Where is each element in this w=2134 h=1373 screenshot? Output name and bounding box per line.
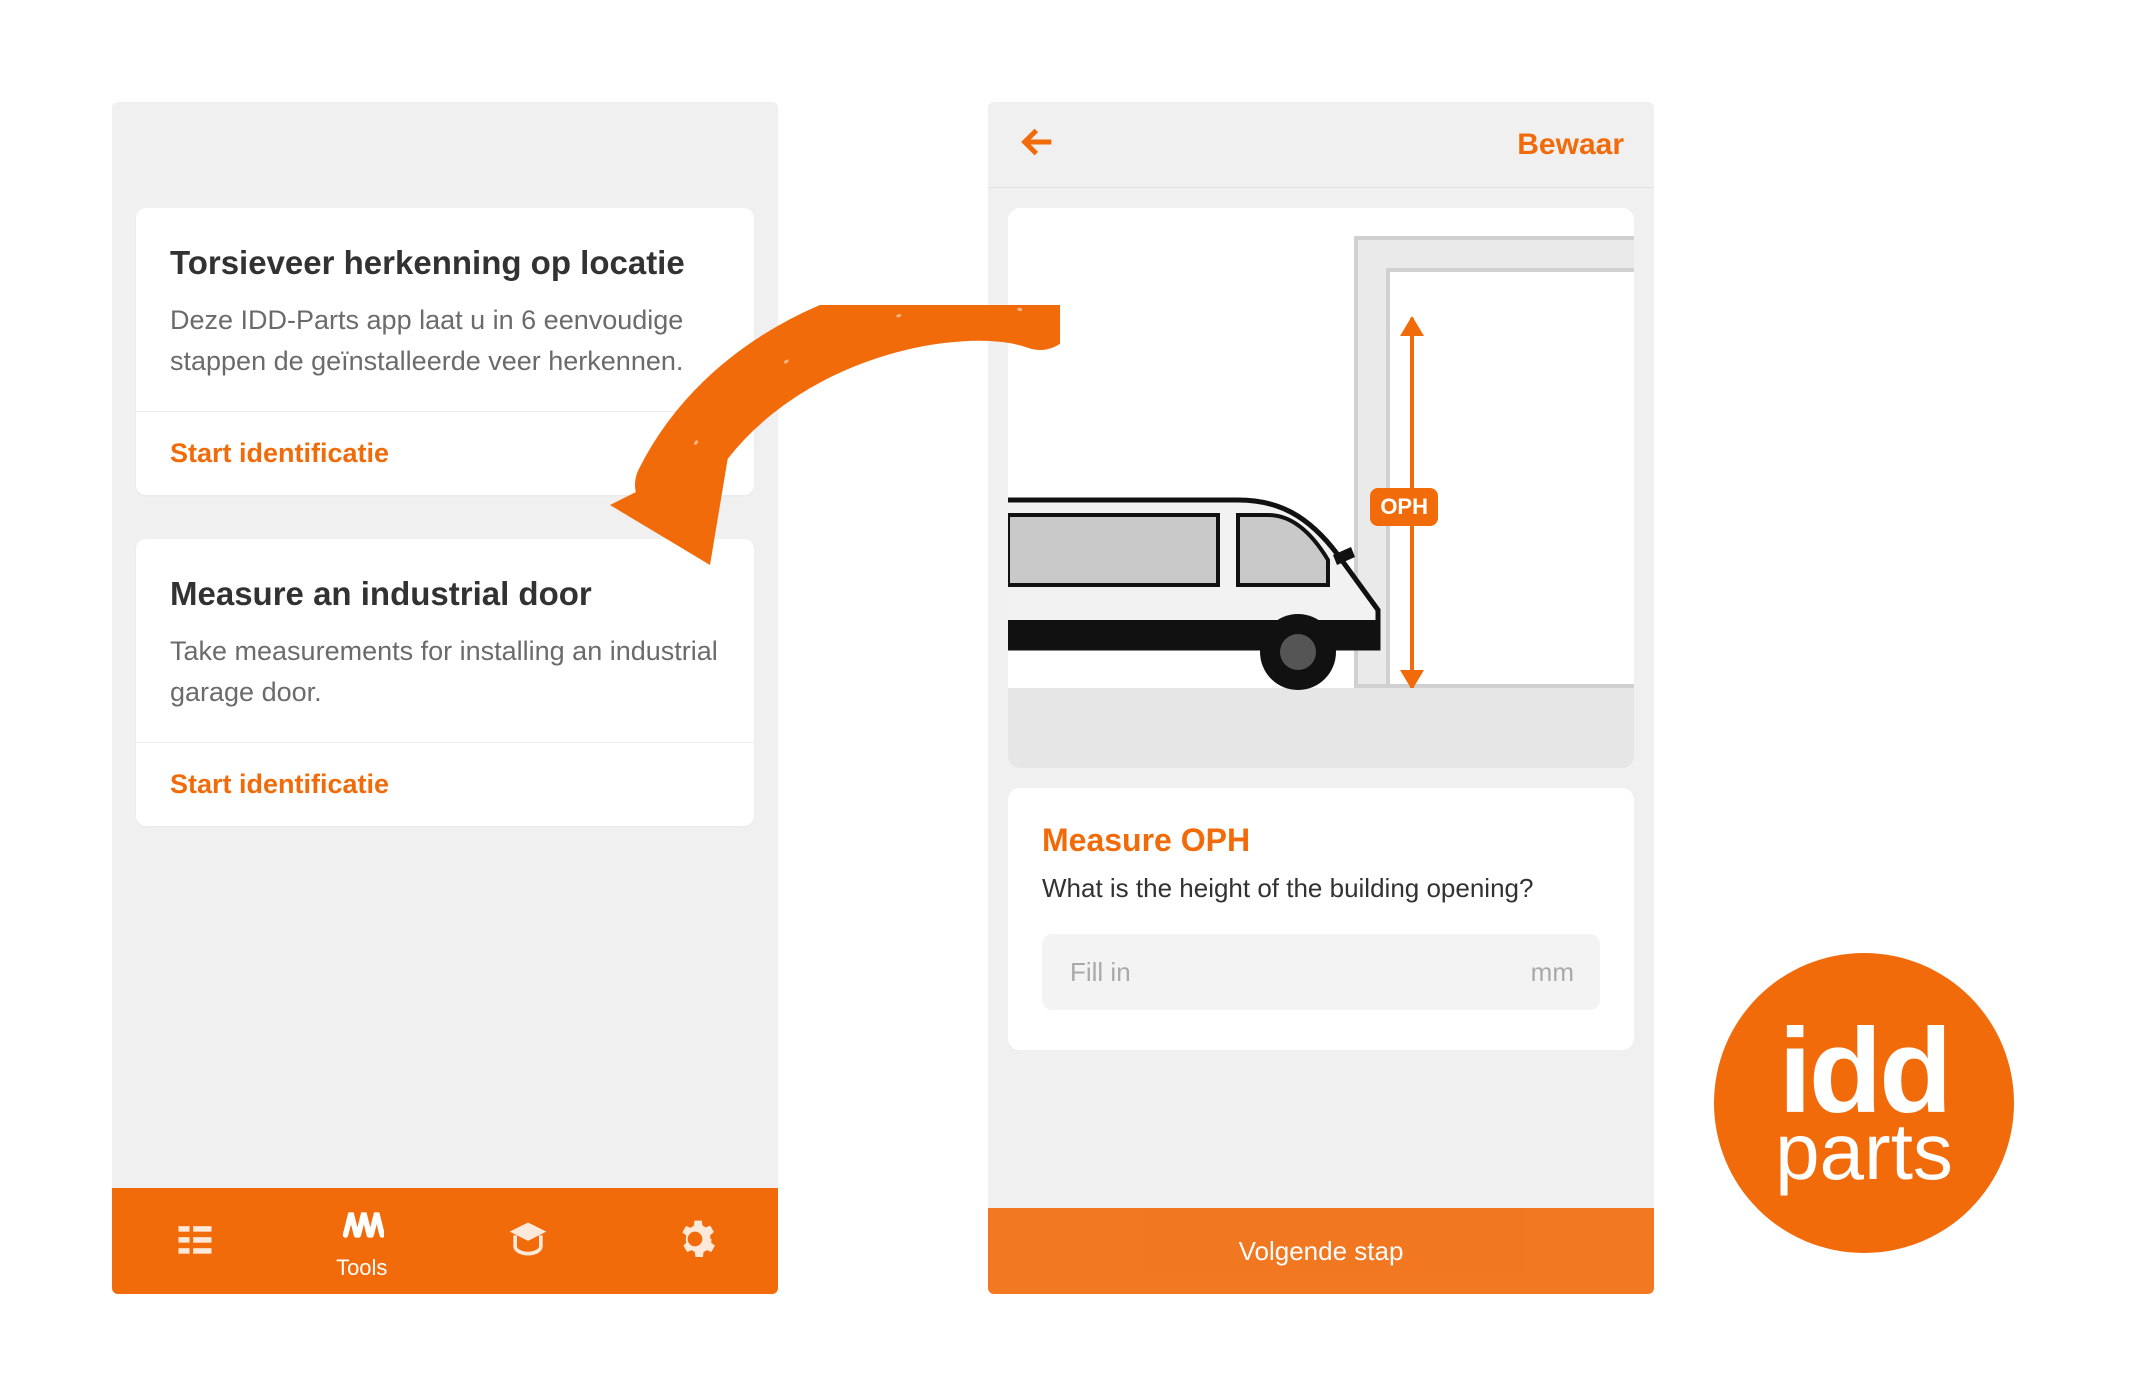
next-step-button[interactable]: Volgende stap <box>988 1208 1654 1294</box>
measure-card: Measure OPH What is the height of the bu… <box>1008 788 1634 1050</box>
measure-title: Measure OPH <box>1042 822 1600 859</box>
tools-icon <box>340 1202 384 1251</box>
unit-label: mm <box>1531 957 1574 988</box>
input-row: mm <box>1042 934 1600 1010</box>
van-icon <box>1008 460 1428 690</box>
nav-item-settings[interactable] <box>612 1188 779 1294</box>
cards-container: Torsieveer herkenning op locatie Deze ID… <box>112 102 778 1188</box>
list-icon <box>173 1217 217 1266</box>
phone-screen-tools: Torsieveer herkenning op locatie Deze ID… <box>112 102 778 1294</box>
start-identification-button[interactable]: Start identificatie <box>136 412 754 495</box>
logo-line-2: parts <box>1775 1118 1953 1186</box>
oph-input[interactable] <box>1068 956 1531 989</box>
card-measure-door: Measure an industrial door Take measurem… <box>136 539 754 826</box>
card-torsion-spring: Torsieveer herkenning op locatie Deze ID… <box>136 208 754 495</box>
card-title: Torsieveer herkenning op locatie <box>170 244 720 282</box>
nav-item-list[interactable] <box>112 1188 279 1294</box>
nav-item-tools[interactable]: Tools <box>279 1188 446 1294</box>
nav-label: Tools <box>336 1255 387 1281</box>
save-button[interactable]: Bewaar <box>1517 128 1624 162</box>
graduation-cap-icon <box>506 1217 550 1266</box>
gear-icon <box>673 1217 717 1266</box>
card-body: Measure an industrial door Take measurem… <box>136 539 754 743</box>
start-identification-button[interactable]: Start identificatie <box>136 743 754 826</box>
card-title: Measure an industrial door <box>170 575 720 613</box>
arrow-left-icon <box>1018 122 1058 162</box>
back-button[interactable] <box>1018 122 1058 167</box>
content: OPH Measure OPH What is the height of th… <box>988 188 1654 1208</box>
card-body: Torsieveer herkenning op locatie Deze ID… <box>136 208 754 412</box>
card-desc: Take measurements for installing an indu… <box>170 631 720 712</box>
phone-screen-measure: Bewaar OPH Measure OPH <box>988 102 1654 1294</box>
nav-item-learn[interactable] <box>445 1188 612 1294</box>
card-desc: Deze IDD-Parts app laat u in 6 eenvoudig… <box>170 300 720 381</box>
measure-question: What is the height of the building openi… <box>1042 873 1600 904</box>
illustration-card: OPH <box>1008 208 1634 768</box>
idd-parts-logo: idd parts <box>1714 953 2014 1253</box>
ground-graphic <box>1008 688 1634 768</box>
bottom-nav: Tools <box>112 1188 778 1294</box>
header: Bewaar <box>988 102 1654 188</box>
